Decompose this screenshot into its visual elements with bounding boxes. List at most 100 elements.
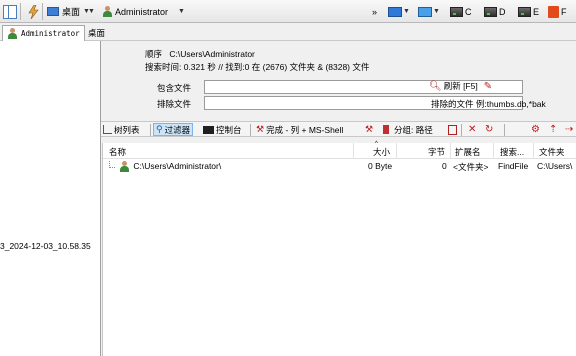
user-dropdown-button[interactable]: ▼ <box>88 3 95 20</box>
panel-layout-icon <box>3 4 17 19</box>
search-stats: 搜索时间: 0.321 秒 // 找到:0 在 (2676) 文件夹 & (83… <box>145 62 370 72</box>
toolbar-separator <box>42 3 43 20</box>
column-divider <box>353 143 354 159</box>
column-header-search[interactable]: 搜索... <box>500 146 524 158</box>
export-icon <box>448 124 457 135</box>
row-search: FindFile <box>498 161 529 171</box>
pin-icon: ✎ <box>483 80 493 92</box>
tool-button[interactable] <box>26 3 40 20</box>
chevron-down-icon: ▼ <box>433 8 440 15</box>
delete-button[interactable]: ✕ <box>468 123 476 136</box>
close-icon: ✕ <box>468 124 477 135</box>
filter-button[interactable]: ⚲ 过滤器 <box>153 123 194 136</box>
tree-list-button[interactable]: 树列表 <box>103 123 140 136</box>
column-divider <box>533 143 534 159</box>
refresh-icon: ↻ <box>485 124 494 135</box>
drive-c-button[interactable]: C <box>450 3 472 20</box>
drive-e-button[interactable]: E <box>518 3 539 20</box>
toolbar-separator <box>20 3 21 20</box>
tab-label: Administrator <box>21 29 80 38</box>
user-dropdown[interactable]: Administrator ▼ <box>102 3 185 20</box>
column-divider <box>493 143 494 159</box>
drive-icon <box>450 6 463 17</box>
toolbar-separator <box>504 124 505 136</box>
refresh-button[interactable]: 🔍︎ 刷新 [F5] ✎ <box>429 78 492 94</box>
refresh-results-button[interactable]: ↻ <box>485 123 493 136</box>
chevron-down-icon: ▼ <box>88 8 95 15</box>
main-toolbar: 桌面 ▼ ▼ Administrator ▼ » ▼ ▼ C D E F <box>0 0 576 23</box>
drive-f-button[interactable]: F <box>548 3 567 20</box>
user-icon <box>7 28 17 39</box>
user-label: Administrator <box>115 6 169 17</box>
desktop-icon <box>47 7 59 16</box>
row-bytes: 0 <box>442 161 447 171</box>
filter-toolbar: 树列表 ⚲ 过滤器 控制台 ⚒ 完成 - 列 + MS-Shell ⚒ 分组: … <box>101 121 576 137</box>
magnifier-icon: 🔍︎ <box>429 80 442 92</box>
more-button[interactable]: ⇢ <box>565 123 573 136</box>
drive-d-button[interactable]: D <box>484 3 506 20</box>
tab-strip: Administrator 桌面 <box>0 23 576 41</box>
location-dropdown[interactable]: 桌面 ▼ <box>47 3 90 20</box>
user-icon <box>102 6 112 17</box>
office-icon <box>548 5 559 18</box>
drive-e-label: E <box>533 6 540 17</box>
more-icon: ⇢ <box>565 124 574 135</box>
toolbar-separator <box>250 124 251 136</box>
exclude-hint: 排除的文件 例:thumbs.db,*bak <box>431 99 546 109</box>
order-line: 顺序 C:\Users\Administrator <box>145 48 255 60</box>
tools-icon: ⚒ <box>365 124 374 134</box>
complete-columns-button[interactable]: ⚒ 完成 - 列 + MS-Shell <box>256 123 343 136</box>
row-tree-connector <box>109 161 115 171</box>
group-by-path-button[interactable]: 分组: 路径 <box>383 123 433 136</box>
row-name: C:\Users\Administrator\ <box>119 161 221 173</box>
row-folder: C:\Users\ <box>537 161 573 171</box>
tab-desktop[interactable]: 桌面 <box>84 25 109 41</box>
group-icon <box>383 125 389 134</box>
row-extension: <文件夹> <box>453 162 489 172</box>
drive-icon <box>484 6 497 17</box>
tab-administrator[interactable]: Administrator <box>2 25 85 41</box>
panel-layout-button[interactable] <box>3 3 17 20</box>
results-list[interactable]: 名称 ^ 大小 字节 扩展名 搜索... 文件夹 C:\Users\Admini… <box>102 141 576 356</box>
export-button[interactable] <box>448 123 457 136</box>
column-divider <box>450 143 451 159</box>
chevron-down-icon: ▼ <box>403 8 410 15</box>
folder-tree-pane[interactable]: 3_2024-12-03_10.58.35 <box>0 41 101 356</box>
drive-f-label: F <box>561 6 567 17</box>
column-header-bytes[interactable]: 字节 <box>428 146 445 158</box>
column-header-name[interactable]: 名称 <box>109 146 126 158</box>
expand-button[interactable]: » <box>372 3 377 20</box>
drive-d-label: D <box>499 6 506 17</box>
sort-chevron-icon: ^ <box>375 141 378 147</box>
refresh-label: 刷新 [F5] <box>443 81 478 91</box>
console-button[interactable]: 控制台 <box>203 123 242 136</box>
tree-item[interactable]: 3_2024-12-03_10.58.35 <box>0 241 91 251</box>
tools-button[interactable]: ⚒ <box>365 123 373 136</box>
tree-icon <box>103 125 112 134</box>
lightning-icon <box>26 4 40 19</box>
console-icon <box>203 125 214 134</box>
settings-icon: ⚙ <box>531 124 540 135</box>
column-header-size[interactable]: ^ 大小 <box>373 141 390 158</box>
column-header-folder[interactable]: 文件夹 <box>539 146 565 158</box>
include-files-label: 包含文件 <box>157 83 192 93</box>
drive-c-label: C <box>465 6 472 17</box>
user-folder-icon <box>119 161 129 173</box>
exclude-files-label: 排除文件 <box>157 99 192 109</box>
settings-button[interactable]: ⚙ <box>531 123 540 136</box>
move-up-button[interactable]: ⇡ <box>549 123 557 136</box>
chevron-down-icon: ▼ <box>178 8 185 15</box>
column-divider <box>396 143 397 159</box>
drive-icon <box>518 6 531 17</box>
desktop-button[interactable]: ▼ <box>388 3 410 20</box>
search-info-panel: 顺序 C:\Users\Administrator 搜索时间: 0.321 秒 … <box>101 41 576 121</box>
network-button[interactable]: ▼ <box>418 3 440 20</box>
row-size: 0 Byte <box>368 161 393 171</box>
column-header-row: 名称 ^ 大小 字节 扩展名 搜索... 文件夹 <box>103 141 576 159</box>
monitor-icon <box>388 6 402 17</box>
order-label: 顺序 <box>145 49 163 59</box>
arrow-icon: ⇡ <box>549 124 558 135</box>
double-chevron-down-icon: » <box>372 6 378 17</box>
order-path: C:\Users\Administrator <box>169 49 255 59</box>
column-header-extension[interactable]: 扩展名 <box>455 146 481 158</box>
